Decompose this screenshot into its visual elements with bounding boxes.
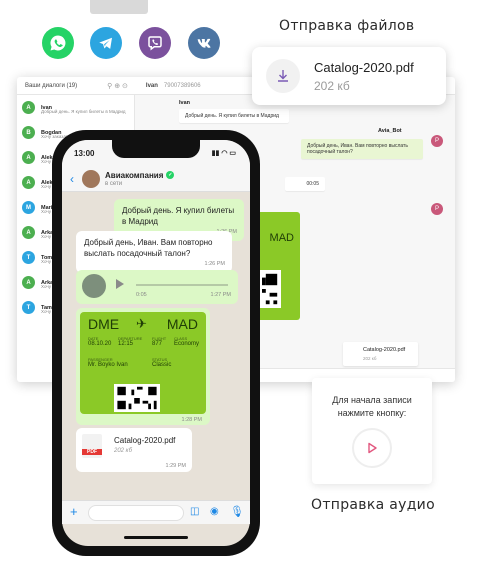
telegram-glyph-icon <box>99 37 112 49</box>
ticket-to: MAD <box>166 316 198 332</box>
dialog-preview: Хочу <box>41 209 51 214</box>
dialog-preview: Хочу <box>41 159 51 164</box>
chat-user-name: Ivan <box>179 100 191 106</box>
record-button[interactable] <box>352 428 392 468</box>
play-icon <box>368 442 377 454</box>
dialog-preview: Хочу <box>41 309 51 314</box>
ticket-departure: 12:15 <box>118 341 134 347</box>
dialog-avatar: M <box>22 201 35 214</box>
chat-header-name: Ivan <box>145 82 158 89</box>
ticket-flight: 877 <box>152 341 163 347</box>
desktop-toolbar-icons[interactable]: ⚲ ⊕ ⊙ <box>107 82 128 90</box>
whatsapp-icon[interactable] <box>42 27 74 59</box>
phone-notch <box>112 140 200 158</box>
sticker-icon[interactable]: ◫ <box>190 506 199 517</box>
audio-record-card: Для начала записи нажмите кнопку: <box>312 378 432 484</box>
chat-bot-name: Avia_Bot <box>378 128 402 134</box>
telegram-icon[interactable] <box>90 27 122 59</box>
desktop-bot-message: Добрый день, Иван. Вам повторно выслать … <box>301 139 423 159</box>
attach-plus-icon[interactable]: + <box>70 504 78 519</box>
verified-icon: ✓ <box>166 171 175 179</box>
back-arrow-icon[interactable]: ‹ <box>70 172 74 186</box>
audio-play-icon[interactable] <box>116 279 124 289</box>
audio-card-line2: нажмите кнопку: <box>337 408 407 418</box>
caption-audio-sending: Отправка аудио <box>311 497 435 513</box>
dialog-avatar: A <box>22 151 35 164</box>
dialog-avatar: B <box>22 126 35 139</box>
dialog-preview: Хочу <box>41 259 51 264</box>
phone-ticket-message[interactable]: DME ✈ MAD DATE 08.10.20 DEPARTURE 12:15 FL… <box>76 308 210 425</box>
dialogs-label: Ваши диалоги (19) <box>25 82 78 89</box>
plane-icon: ✈ <box>136 316 147 331</box>
phone-input-bar: + ◫ ◉ 🎙 <box>62 500 250 524</box>
phone-file-name: Catalog-2020.pdf <box>114 436 176 445</box>
vk-glyph-icon <box>197 38 211 48</box>
signal-battery-icon: ▮▮ ◠ ▭ <box>211 150 236 157</box>
desktop-ticket-to: MAD <box>269 232 294 244</box>
phone-message-bot: Добрый день, Иван. Вам повторно выслать … <box>76 231 232 273</box>
phone-file-time: 1:29 PM <box>165 463 186 469</box>
company-status: в сети <box>105 180 123 187</box>
company-name: Авиакомпания <box>105 170 164 180</box>
file-card[interactable]: Catalog-2020.pdf 202 кб <box>252 47 446 105</box>
viber-glyph-icon <box>148 36 162 51</box>
dialog-avatar: T <box>22 251 35 264</box>
desktop-file-name: Catalog-2020.pdf <box>363 347 406 353</box>
audio-progress-bar[interactable] <box>136 284 228 286</box>
ticket-class: Economy <box>174 341 200 347</box>
dialog-avatar: A <box>22 276 35 289</box>
camera-icon[interactable]: ◉ <box>210 506 219 517</box>
phone-file-message[interactable]: PDF Catalog-2020.pdf 202 кб 1:29 PM <box>76 428 192 472</box>
ticket-status: Classic <box>152 362 172 368</box>
bot-avatar: P <box>431 135 443 147</box>
dialog-avatar: A <box>22 176 35 189</box>
phone-message-user-text: Добрый день. Я купил билеты в Мадрид <box>122 206 235 226</box>
viber-icon[interactable] <box>139 27 171 59</box>
file-card-name: Catalog-2020.pdf <box>314 59 414 75</box>
ticket-from: DME <box>88 316 120 332</box>
audio-duration: 0:05 <box>136 292 147 298</box>
desktop-audio-message[interactable]: 00:05 <box>285 177 325 191</box>
desktop-file-size: 202 кб <box>363 356 377 361</box>
file-card-size: 202 кб <box>314 78 350 93</box>
dialog-item[interactable]: A Ivan Добрый день. Я купил билеты в Мадри… <box>17 95 134 120</box>
dialog-avatar: A <box>22 101 35 114</box>
phone-message-bot-text: Добрый день, Иван. Вам повторно выслать … <box>84 238 213 258</box>
phone-message-bot-time: 1:26 PM <box>204 261 225 267</box>
home-indicator <box>124 536 188 539</box>
dialog-avatar: A <box>22 226 35 239</box>
phone-file-size: 202 кб <box>114 448 132 454</box>
phone-message-input[interactable] <box>88 505 184 521</box>
dialog-avatar: T <box>22 301 35 314</box>
audio-time: 1:27 PM <box>210 292 231 298</box>
desktop-file-message[interactable]: Catalog-2020.pdf 202 кб <box>343 342 418 366</box>
audio-card-line1: Для начала записи <box>332 395 412 405</box>
audio-sender-avatar <box>82 274 106 298</box>
microphone-icon[interactable]: 🎙 <box>230 505 244 518</box>
pdf-file-icon: PDF <box>82 434 102 458</box>
boarding-pass: DME ✈ MAD DATE 08.10.20 DEPARTURE 12:15 FL… <box>80 312 206 414</box>
chat-header-phone: 79007389606 <box>163 82 201 89</box>
bot-avatar-2: P <box>431 203 443 215</box>
phone-chat-header: ‹ Авиакомпания ✓ в сети <box>62 166 250 192</box>
phone-time: 13:00 <box>74 148 95 158</box>
desktop-user-message: Добрый день. Я купил билеты в Мадрид <box>179 109 289 123</box>
caption-file-sending: Отправка файлов <box>279 18 415 34</box>
phone-audio-message[interactable]: 0:05 1:27 PM <box>76 270 238 304</box>
ticket-passenger: Mr. Boyko Ivan <box>88 362 128 368</box>
dialog-preview: Добрый день. Я купил билеты в Мадрид <box>41 109 126 114</box>
top-bar-decoration <box>90 0 148 14</box>
vk-icon[interactable] <box>188 27 220 59</box>
whatsapp-glyph-icon <box>50 35 66 51</box>
qr-code <box>114 384 160 412</box>
company-avatar[interactable] <box>82 169 100 188</box>
ticket-time: 1:28 PM <box>181 417 202 423</box>
download-icon[interactable] <box>266 59 300 93</box>
dialog-preview: Хочу <box>41 184 51 189</box>
ticket-date: 08.10.20 <box>88 341 112 347</box>
dialog-preview: Хочу <box>41 234 51 239</box>
dialog-preview: Хочу <box>41 284 51 289</box>
